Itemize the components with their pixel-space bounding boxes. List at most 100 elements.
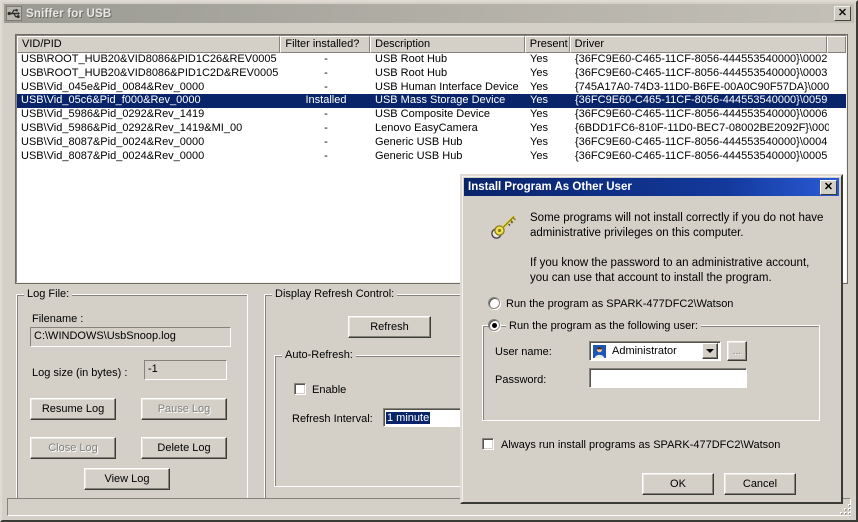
device-list-row[interactable]: USB\Vid_5986&Pid_0292&Rev_1419&MI_00 - Len… [17, 122, 846, 136]
device-list-row[interactable]: USB\Vid_8087&Pid_0024&Rev_0000 - Generic U… [17, 150, 846, 164]
cell-present: Yes [530, 149, 548, 162]
column-header-spacer[interactable] [827, 36, 846, 53]
cell-driver: {36FC9E60-C465-11CF-8056-444553540000}\0… [575, 135, 828, 148]
device-list-row[interactable]: USB\Vid_05c6&Pid_f000&Rev_0000 Installed U… [17, 94, 846, 109]
column-header-driver[interactable]: Driver [569, 36, 828, 53]
cell-filter: - [324, 135, 328, 148]
cell-description: Generic USB Hub [375, 149, 463, 162]
refresh-button[interactable]: Refresh [348, 316, 431, 338]
column-header-filter[interactable]: Filter installed? [280, 36, 371, 53]
column-header-present[interactable]: Present [524, 36, 570, 53]
cell-present: Yes [530, 66, 548, 79]
device-list-row[interactable]: USB\ROOT_HUB20&VID8086&PID1C2D&REV0005 - U… [17, 67, 846, 81]
column-header-description[interactable]: Description [370, 36, 525, 53]
username-value: Administrator [612, 345, 677, 357]
window-titlebar[interactable]: Sniffer for USB ✕ [4, 4, 854, 23]
cell-present: Yes [530, 94, 548, 107]
cell-filter: - [324, 80, 328, 93]
auto-refresh-enable-checkbox[interactable] [294, 383, 306, 395]
refresh-interval-combo[interactable]: 1 minute [383, 408, 471, 427]
log-size-value: -1 [144, 360, 227, 380]
cell-description: USB Composite Device [375, 108, 490, 121]
always-run-as-checkbox[interactable] [482, 438, 494, 450]
cell-driver: {745A17A0-74D3-11D0-B6FE-00A0C90F57DA}\0… [575, 80, 829, 93]
device-list-body: USB\ROOT_HUB20&VID8086&PID1C26&REV0005- U… [17, 53, 846, 163]
cell-present: Yes [530, 108, 548, 121]
dialog-body-text-1: Some programs will not install correctly… [530, 212, 824, 239]
usb-sniffer-icon [6, 6, 22, 21]
dialog-close-button[interactable]: ✕ [820, 179, 837, 195]
user-icon [593, 344, 606, 358]
cell-driver: {36FC9E60-C465-11CF-8056-444553540000}\0… [575, 108, 828, 121]
cell-vid: USB\Vid_5986&Pid_0292&Rev_1419&MI_00 [21, 121, 243, 134]
dialog-title: Install Program As Other User [468, 181, 632, 193]
always-run-as-label: Always run install programs as SPARK-477… [501, 439, 781, 451]
password-label: Password: [495, 374, 547, 386]
cell-description: USB Root Hub [375, 53, 448, 65]
username-combo[interactable]: Administrator [589, 341, 721, 361]
cell-vid: USB\ROOT_HUB20&VID8086&PID1C2D&REV0005 [21, 66, 279, 79]
column-header-vid[interactable]: VID/PID [17, 36, 281, 53]
refresh-interval-label: Refresh Interval: [292, 413, 373, 425]
cell-filter: Installed [305, 94, 347, 107]
log-file-legend: Log File: [24, 288, 73, 300]
cell-driver: {6BDD1FC6-810F-11D0-BEC7-08002BE2092F}\0… [575, 121, 829, 134]
cell-present: Yes [530, 121, 548, 134]
resize-grip[interactable] [838, 502, 852, 516]
device-list-row[interactable]: USB\Vid_045e&Pid_0084&Rev_0000 - USB Human… [17, 81, 846, 95]
device-list-row[interactable]: USB\Vid_8087&Pid_0024&Rev_0000 - Generic U… [17, 136, 846, 150]
log-size-label: Log size (in bytes) : [32, 367, 128, 379]
filename-label: Filename : [32, 313, 84, 325]
cell-vid: USB\Vid_5986&Pid_0292&Rev_1419 [21, 108, 205, 121]
dialog-body-text-2: If you know the password to an administr… [530, 257, 810, 284]
cell-vid: USB\Vid_05c6&Pid_f000&Rev_0000 [21, 94, 201, 107]
cell-filter: - [324, 149, 328, 162]
cell-description: USB Root Hub [375, 66, 448, 79]
device-list-row[interactable]: USB\ROOT_HUB20&VID8086&PID1C26&REV0005 - U… [17, 53, 846, 67]
radio-run-as-other-user-label: Run the program as the following user: [506, 320, 701, 332]
radio-run-as-current-user[interactable] [488, 297, 500, 309]
display-refresh-legend: Display Refresh Control: [272, 288, 398, 300]
cell-description: Lenovo EasyCamera [375, 121, 478, 134]
cell-description: USB Human Interface Device [375, 80, 519, 93]
cell-vid: USB\Vid_8087&Pid_0024&Rev_0000 [21, 135, 205, 148]
resume-log-button[interactable]: Resume Log [30, 398, 116, 420]
radio-run-as-current-user-label: Run the program as SPARK-477DFC2\Watson [506, 298, 734, 310]
device-list-header: VID/PID Filter installed? Description Pr… [17, 36, 846, 53]
filename-input[interactable]: C:\WINDOWS\UsbSnoop.log [30, 327, 231, 347]
cell-filter: - [324, 53, 328, 65]
dialog-titlebar[interactable]: Install Program As Other User ✕ [464, 178, 839, 196]
cell-vid: USB\Vid_8087&Pid_0024&Rev_0000 [21, 149, 205, 162]
keys-icon [491, 215, 516, 239]
cell-present: Yes [530, 80, 548, 93]
cell-present: Yes [530, 135, 548, 148]
cell-filter: - [324, 66, 328, 79]
cell-vid: USB\Vid_045e&Pid_0084&Rev_0000 [21, 80, 205, 93]
window-title: Sniffer for USB [26, 7, 112, 20]
cell-driver: {36FC9E60-C465-11CF-8056-444553540000}\0… [575, 149, 828, 162]
radio-selected-dot [492, 323, 497, 328]
close-log-button: Close Log [30, 437, 116, 459]
refresh-interval-value: 1 minute [386, 411, 431, 424]
radio-run-as-other-user[interactable] [488, 319, 500, 331]
view-log-button[interactable]: View Log [84, 468, 170, 490]
username-label: User name: [495, 346, 552, 358]
sniffer-for-usb-window: Sniffer for USB ✕ VID/PID Filter install… [0, 0, 858, 522]
cell-present: Yes [530, 53, 548, 65]
cell-driver: {36FC9E60-C465-11CF-8056-444553540000}\0… [575, 94, 828, 107]
cell-description: USB Mass Storage Device [375, 94, 506, 107]
window-close-button[interactable]: ✕ [834, 6, 851, 21]
device-list-row[interactable]: USB\Vid_5986&Pid_0292&Rev_1419 - USB Compo… [17, 108, 846, 122]
chevron-down-icon[interactable] [702, 343, 718, 359]
auto-refresh-enable-label: Enable [312, 384, 347, 396]
cell-filter: - [324, 108, 328, 121]
ok-button[interactable]: OK [642, 473, 714, 495]
install-program-as-other-user-dialog: Install Program As Other User ✕ Some pro… [460, 174, 843, 504]
pause-log-button: Pause Log [141, 398, 227, 420]
browse-user-button: ... [727, 341, 747, 361]
cell-filter: - [324, 121, 328, 134]
cell-vid: USB\ROOT_HUB20&VID8086&PID1C26&REV0005 [21, 53, 277, 65]
cancel-button[interactable]: Cancel [724, 473, 796, 495]
password-input[interactable] [589, 368, 747, 388]
delete-log-button[interactable]: Delete Log [141, 437, 227, 459]
